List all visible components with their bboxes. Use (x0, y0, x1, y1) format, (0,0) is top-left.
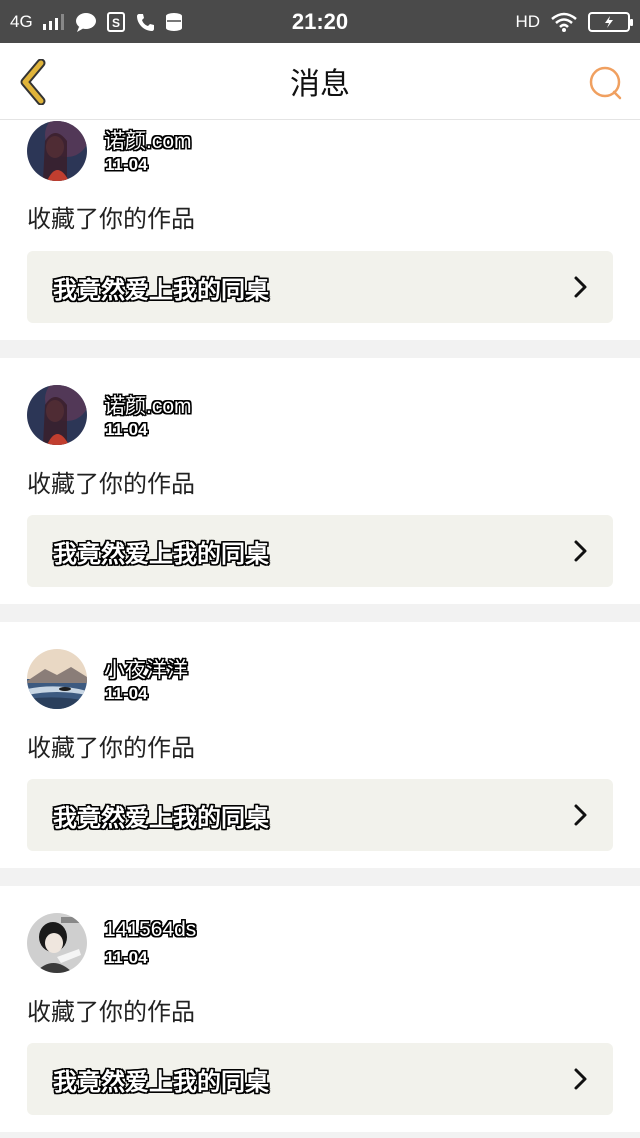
message-date: 11-04 (105, 420, 148, 439)
chevron-right-icon (574, 1068, 587, 1090)
action-text: 收藏了你的作品 (27, 734, 195, 762)
app-s-icon: S (106, 11, 125, 32)
action-text: 收藏了你的作品 (27, 998, 195, 1026)
search-icon (589, 66, 622, 100)
work-link[interactable]: 我竟然爱上我的同桌 (27, 779, 613, 851)
nav-bar: 消息 (0, 43, 640, 120)
signal-icon (42, 13, 65, 30)
page-title: 消息 (290, 67, 350, 102)
phone-icon (135, 12, 155, 32)
status-right: HD (515, 11, 633, 32)
message-card: 诺颜.com 11-04 收藏了你的作品 我竟然爱上我的同桌 (0, 358, 640, 604)
work-link[interactable]: 我竟然爱上我的同桌 (27, 1043, 613, 1115)
battery-icon (588, 11, 633, 32)
chevron-right-icon (574, 276, 587, 298)
avatar[interactable] (27, 913, 87, 973)
action-text: 收藏了你的作品 (27, 470, 195, 498)
username[interactable]: 小夜洋洋 (104, 654, 188, 684)
username[interactable]: 141564ds (104, 918, 196, 942)
status-bar: 4G S 21:20 HD (0, 0, 640, 43)
avatar[interactable] (27, 385, 87, 445)
work-title: 我竟然爱上我的同桌 (53, 803, 269, 832)
chevron-right-icon (574, 540, 587, 562)
hd-label: HD (515, 11, 540, 31)
username[interactable]: 诺颜.com (104, 390, 192, 420)
message-date: 11-04 (105, 684, 148, 703)
back-arrow-icon (20, 59, 46, 105)
work-title: 我竟然爱上我的同桌 (53, 1067, 269, 1096)
chevron-right-icon (574, 804, 587, 826)
message-card: 141564ds 11-04 收藏了你的作品 我竟然爱上我的同桌 (0, 886, 640, 1132)
username[interactable]: 诺颜.com (104, 125, 192, 155)
work-link[interactable]: 我竟然爱上我的同桌 (27, 251, 613, 323)
work-title: 我竟然爱上我的同桌 (53, 275, 269, 304)
work-title: 我竟然爱上我的同桌 (53, 539, 269, 568)
message-card: 诺颜.com 11-04 收藏了你的作品 我竟然爱上我的同桌 (0, 120, 640, 340)
avatar[interactable] (27, 649, 87, 709)
message-date: 11-04 (105, 948, 148, 967)
action-text: 收藏了你的作品 (27, 205, 195, 233)
message-feed[interactable]: 诺颜.com 11-04 收藏了你的作品 我竟然爱上我的同桌 诺颜.com 11… (0, 120, 640, 1138)
network-label: 4G (10, 11, 33, 31)
search-button[interactable] (586, 63, 626, 103)
avatar[interactable] (27, 121, 87, 181)
svg-text:S: S (112, 16, 120, 30)
message-card: 小夜洋洋 11-04 收藏了你的作品 我竟然爱上我的同桌 (0, 622, 640, 868)
work-link[interactable]: 我竟然爱上我的同桌 (27, 515, 613, 587)
status-left: 4G S (10, 11, 185, 32)
message-date: 11-04 (105, 155, 148, 174)
storage-icon (165, 12, 185, 32)
wifi-icon (550, 12, 578, 32)
back-button[interactable] (14, 57, 54, 107)
chat-icon (75, 12, 97, 32)
